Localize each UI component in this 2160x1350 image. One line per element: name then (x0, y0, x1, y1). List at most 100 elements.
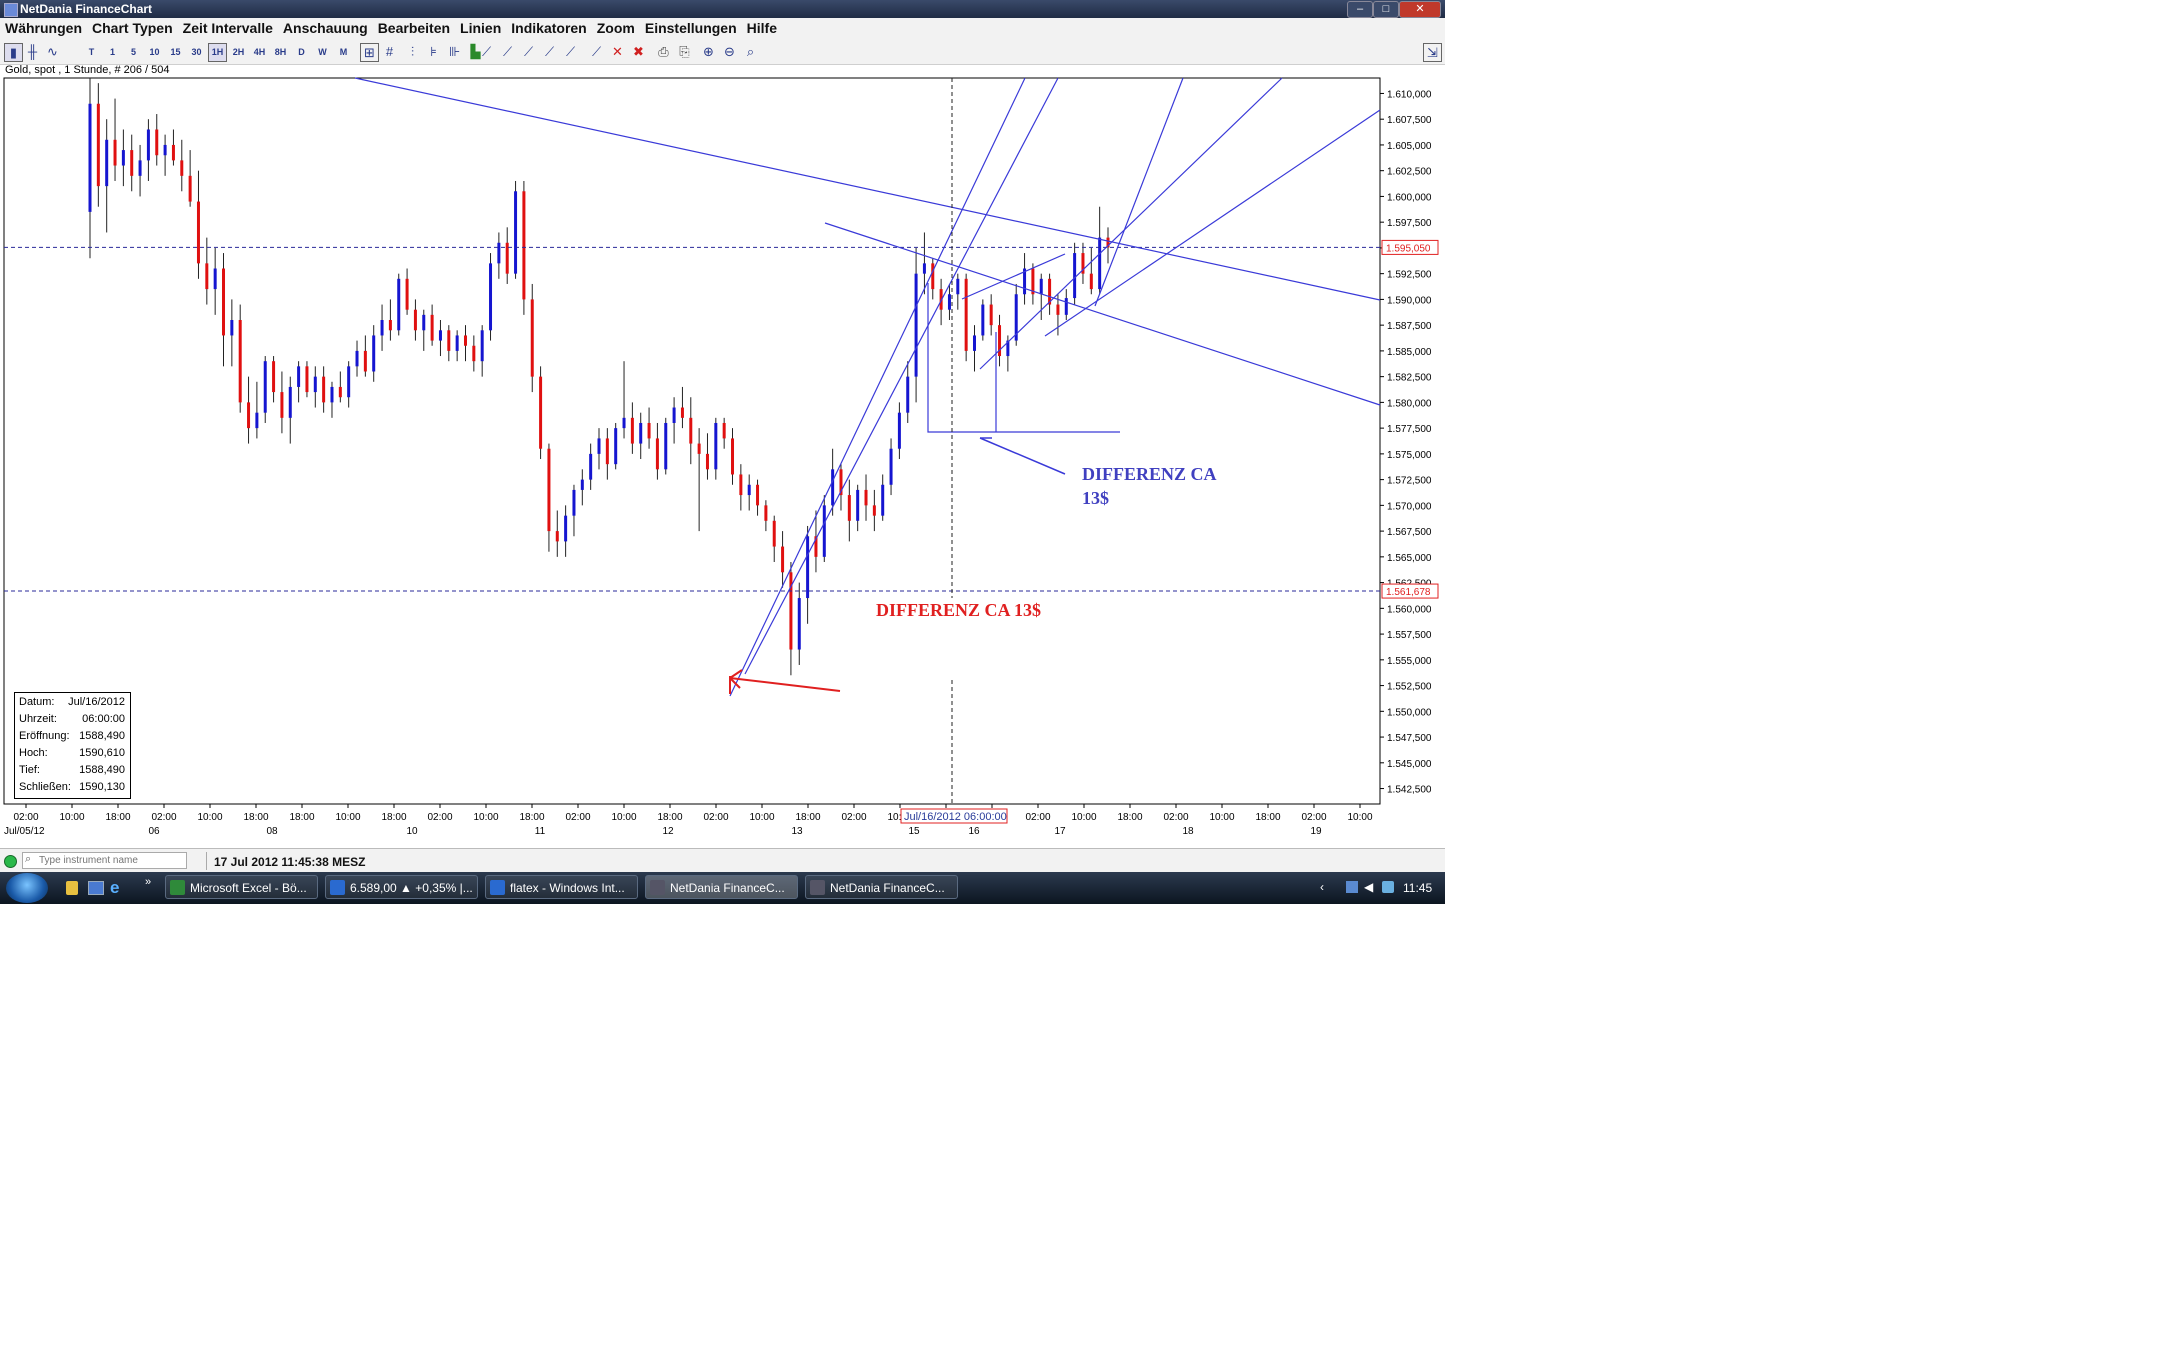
candle-body (255, 412, 259, 429)
interval-button-10[interactable]: 10 (145, 43, 164, 62)
fibonacci-icon[interactable]: ⟋ (541, 43, 558, 60)
instrument-search-input[interactable] (22, 852, 187, 869)
candle-body (1039, 278, 1043, 295)
candle-body (781, 546, 785, 573)
candle-body (864, 489, 868, 506)
tray-app-icon[interactable] (1382, 881, 1394, 893)
interval-button-d[interactable]: D (292, 43, 311, 62)
grid-icon[interactable]: # (381, 43, 398, 60)
y-tick-label: 1.547,500 (1387, 733, 1432, 744)
candle-body (639, 422, 643, 444)
candle-body (522, 191, 526, 300)
candle (489, 253, 493, 341)
menu-indikatoren[interactable]: Indikatoren (506, 18, 591, 36)
candle-body (1064, 298, 1068, 315)
zoom-out-icon[interactable]: ⊖ (721, 43, 738, 60)
menu-waehrungen[interactable]: Währungen (0, 18, 87, 36)
candle-body (380, 320, 384, 336)
delete-all-icon[interactable]: ✖ (630, 43, 647, 60)
taskbar-item-ie-flatex[interactable]: flatex - Windows Int... (485, 875, 638, 899)
menu-linien[interactable]: Linien (455, 18, 506, 36)
candle-body (947, 294, 951, 310)
x-time-label: 18:00 (1117, 812, 1142, 823)
y-tick-label: 1.582,500 (1387, 373, 1432, 384)
menu-bearbeiten[interactable]: Bearbeiten (373, 18, 455, 36)
close-button[interactable]: ✕ (1399, 1, 1441, 18)
candle-body (171, 144, 175, 161)
candlestick-chart-icon[interactable]: ▮ (4, 43, 23, 62)
taskbar-item-netdania-1[interactable]: NetDania FinanceC... (645, 875, 798, 899)
desktop-quicklaunch-icon[interactable] (88, 881, 104, 895)
interval-button-5[interactable]: 5 (124, 43, 143, 62)
interval-button-t[interactable]: T (82, 43, 101, 62)
tray-expand-icon[interactable]: ‹ (1320, 880, 1324, 894)
annotation-text-blue-1: DIFFERENZ CA (1082, 464, 1217, 484)
candle-body (205, 263, 209, 290)
print-icon[interactable]: ⎙ (655, 43, 672, 60)
zoom-in-icon[interactable]: ⊕ (700, 43, 717, 60)
candle-body (330, 386, 334, 403)
candle-body (130, 150, 134, 176)
minimize-button[interactable]: – (1347, 1, 1373, 18)
taskbar-item-ie-dax[interactable]: 6.589,00 ▲ +0,35% |... (325, 875, 478, 899)
indicator-icon[interactable]: ⊪ (446, 43, 463, 60)
delete-line-icon[interactable]: ⟋ (588, 43, 605, 60)
x-time-label: 18:00 (381, 812, 406, 823)
bar-chart-icon[interactable]: ╫ (24, 43, 41, 60)
trendline-icon[interactable]: ⟋ (478, 43, 495, 60)
line-chart-icon[interactable]: ∿ (44, 43, 61, 60)
menu-zeit-intervalle[interactable]: Zeit Intervalle (178, 18, 278, 36)
ohlc-style-icon[interactable]: ⊧ (425, 43, 442, 60)
delete-icon[interactable]: ✕ (609, 43, 626, 60)
interval-button-15[interactable]: 15 (166, 43, 185, 62)
tray-network-icon[interactable] (1346, 881, 1358, 893)
taskbar-item-excel[interactable]: Microsoft Excel - Bö... (165, 875, 318, 899)
crosshair-icon[interactable]: ⊞ (360, 43, 379, 62)
interval-button-1[interactable]: 1 (103, 43, 122, 62)
x-date-label: 10 (406, 826, 418, 837)
app-window: NetDania FinanceChart – □ ✕ Währungen Cha… (0, 0, 1445, 905)
menu-anschauung[interactable]: Anschauung (278, 18, 373, 36)
candle-body (455, 335, 459, 351)
x-time-label: 18:00 (243, 812, 268, 823)
print-preview-icon[interactable]: ⎘ (676, 43, 693, 60)
interval-button-w[interactable]: W (313, 43, 332, 62)
price-chart[interactable]: 1.610,000 1.607,500 1.605,000 1.602,500 1.60… (0, 74, 1445, 848)
interval-button-m[interactable]: M (334, 43, 353, 62)
candle-body (989, 304, 993, 326)
y-tick-label: 1.557,500 (1387, 630, 1432, 641)
y-tick-label: 1.590,000 (1387, 295, 1432, 306)
interval-button-1h[interactable]: 1H (208, 43, 227, 62)
y-tick-label: 1.567,500 (1387, 527, 1432, 538)
bar-style-icon[interactable]: ⫶ (404, 43, 421, 60)
ie-quicklaunch-icon[interactable]: e (110, 878, 119, 898)
data-panel: Datum: Jul/16/2012 Uhrzeit: 06:00:00 Eröff… (14, 692, 131, 799)
menu-einstellungen[interactable]: Einstellungen (640, 18, 742, 36)
tray-volume-icon[interactable]: ◀ (1364, 880, 1373, 894)
zoom-reset-icon[interactable]: ⌕ (742, 43, 759, 60)
interval-button-4h[interactable]: 4H (250, 43, 269, 62)
fan-line-icon[interactable]: ⟋ (520, 43, 537, 60)
quicklaunch-more-icon[interactable]: » (145, 876, 151, 888)
menu-zoom[interactable]: Zoom (592, 18, 640, 36)
candle-body (530, 299, 534, 377)
explorer-quicklaunch-icon[interactable] (66, 881, 78, 895)
candle-body (714, 422, 718, 470)
channel-line-icon[interactable]: ⟋ (499, 43, 516, 60)
menu-hilfe[interactable]: Hilfe (742, 18, 782, 36)
menu-chart-typen[interactable]: Chart Typen (87, 18, 178, 36)
maximize-button[interactable]: □ (1373, 1, 1399, 18)
detach-icon[interactable]: ⇲ (1423, 43, 1442, 62)
x-time-label: 18:00 (657, 812, 682, 823)
x-time-label: 10:00 (473, 812, 498, 823)
y-tick-label: 1.552,500 (1387, 682, 1432, 693)
interval-button-8h[interactable]: 8H (271, 43, 290, 62)
candle-body (589, 453, 593, 480)
taskbar-item-netdania-2[interactable]: NetDania FinanceC... (805, 875, 958, 899)
candle-body (697, 443, 701, 454)
start-button[interactable] (6, 873, 48, 903)
interval-button-30[interactable]: 30 (187, 43, 206, 62)
interval-button-2h[interactable]: 2H (229, 43, 248, 62)
arc-icon[interactable]: ⟋ (562, 43, 579, 60)
candle-body (338, 386, 342, 398)
